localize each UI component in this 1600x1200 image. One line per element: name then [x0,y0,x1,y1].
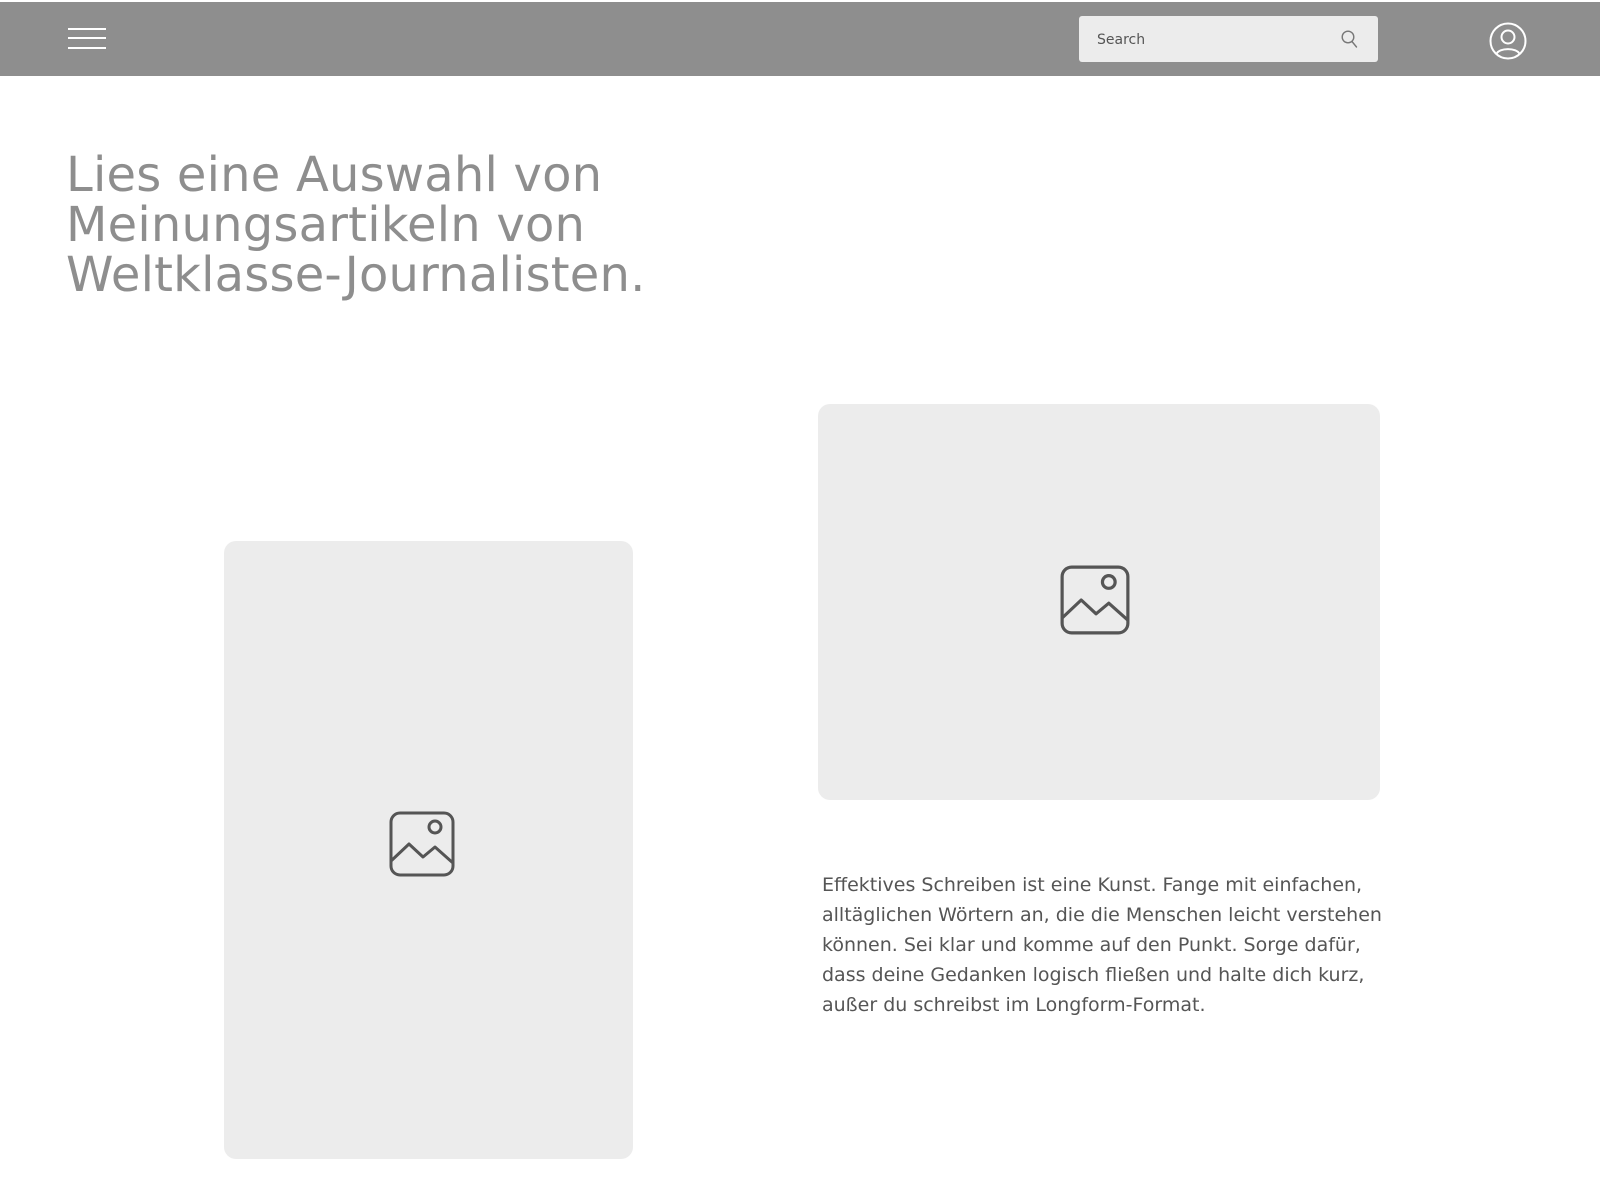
hamburger-menu-icon[interactable] [68,26,106,50]
menu-line [68,47,106,49]
article-image-placeholder-left [224,541,633,1159]
image-placeholder-icon [389,811,455,877]
image-placeholder-icon [1060,565,1130,635]
search-input[interactable] [1095,26,1329,54]
article-body-text: Effektives Schreiben ist eine Kunst. Fan… [822,874,1382,1016]
menu-line [68,28,106,30]
user-profile-icon[interactable] [1489,22,1527,60]
page-headline: Lies eine Auswahl von Meinungsartikeln v… [66,147,646,303]
menu-line [68,37,106,39]
article-image-placeholder-right [818,404,1380,800]
search-box [1079,16,1378,62]
top-navigation-bar [0,2,1600,76]
search-icon[interactable] [1340,29,1360,49]
